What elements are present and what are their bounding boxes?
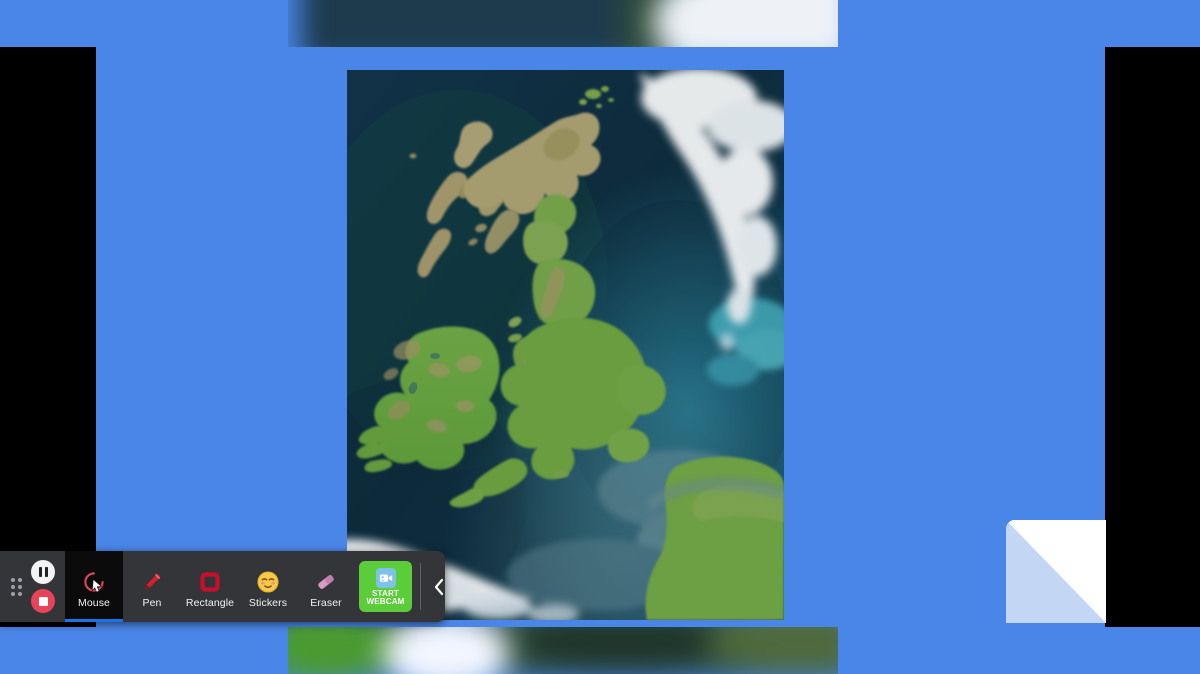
tool-mouse[interactable]: Mouse: [65, 551, 123, 622]
screen-recorder-toolbar[interactable]: Mouse Pen Rectangle Stickers Eraser STAR…: [0, 551, 445, 622]
tool-stickers-label: Stickers: [248, 596, 288, 609]
blurred-bottom-strip-content: [288, 627, 838, 674]
tool-eraser-label: Eraser: [310, 596, 342, 609]
letterbox-bar-right: [1105, 47, 1200, 627]
tool-stickers[interactable]: Stickers: [239, 551, 297, 622]
smiley-emoji-icon: [257, 569, 279, 595]
tool-pen-label: Pen: [142, 596, 162, 609]
blurred-bottom-strip: [288, 627, 838, 674]
mouse-cursor-icon: [82, 569, 106, 595]
drag-handle-icon[interactable]: [11, 577, 22, 596]
tool-rectangle[interactable]: Rectangle: [181, 551, 239, 622]
tool-pen[interactable]: Pen: [123, 551, 181, 622]
collapse-toolbar-button[interactable]: [421, 577, 457, 597]
stop-icon: [38, 596, 48, 606]
annotation-tools: Mouse Pen Rectangle Stickers Eraser: [65, 551, 355, 622]
start-webcam-label-line2: WEBCAM: [366, 597, 405, 606]
tool-rectangle-label: Rectangle: [185, 596, 235, 609]
image-placeholder-graphic: [1006, 520, 1106, 623]
start-webcam-button[interactable]: START WEBCAM: [359, 561, 412, 612]
stop-recording-button[interactable]: [31, 589, 55, 613]
blurred-top-strip-content: [288, 0, 838, 47]
pause-recording-button[interactable]: [31, 560, 55, 584]
tool-eraser[interactable]: Eraser: [297, 551, 355, 622]
recording-controls: [0, 551, 65, 622]
eraser-icon: [314, 569, 338, 595]
pen-icon: [140, 569, 164, 595]
letterbox-bar-left: [0, 47, 96, 627]
blurred-top-strip: [288, 0, 838, 47]
rectangle-icon: [198, 569, 222, 595]
image-placeholder[interactable]: [1006, 520, 1106, 623]
webcam-section: START WEBCAM: [355, 551, 457, 622]
satellite-photo-british-isles[interactable]: [347, 70, 784, 620]
tool-mouse-label: Mouse: [77, 596, 110, 609]
video-camera-icon: [375, 567, 396, 588]
chevron-left-icon: [434, 578, 444, 595]
screen-recording-stage: Mouse Pen Rectangle Stickers Eraser STAR…: [0, 0, 1200, 674]
recording-buttons: [31, 560, 55, 613]
